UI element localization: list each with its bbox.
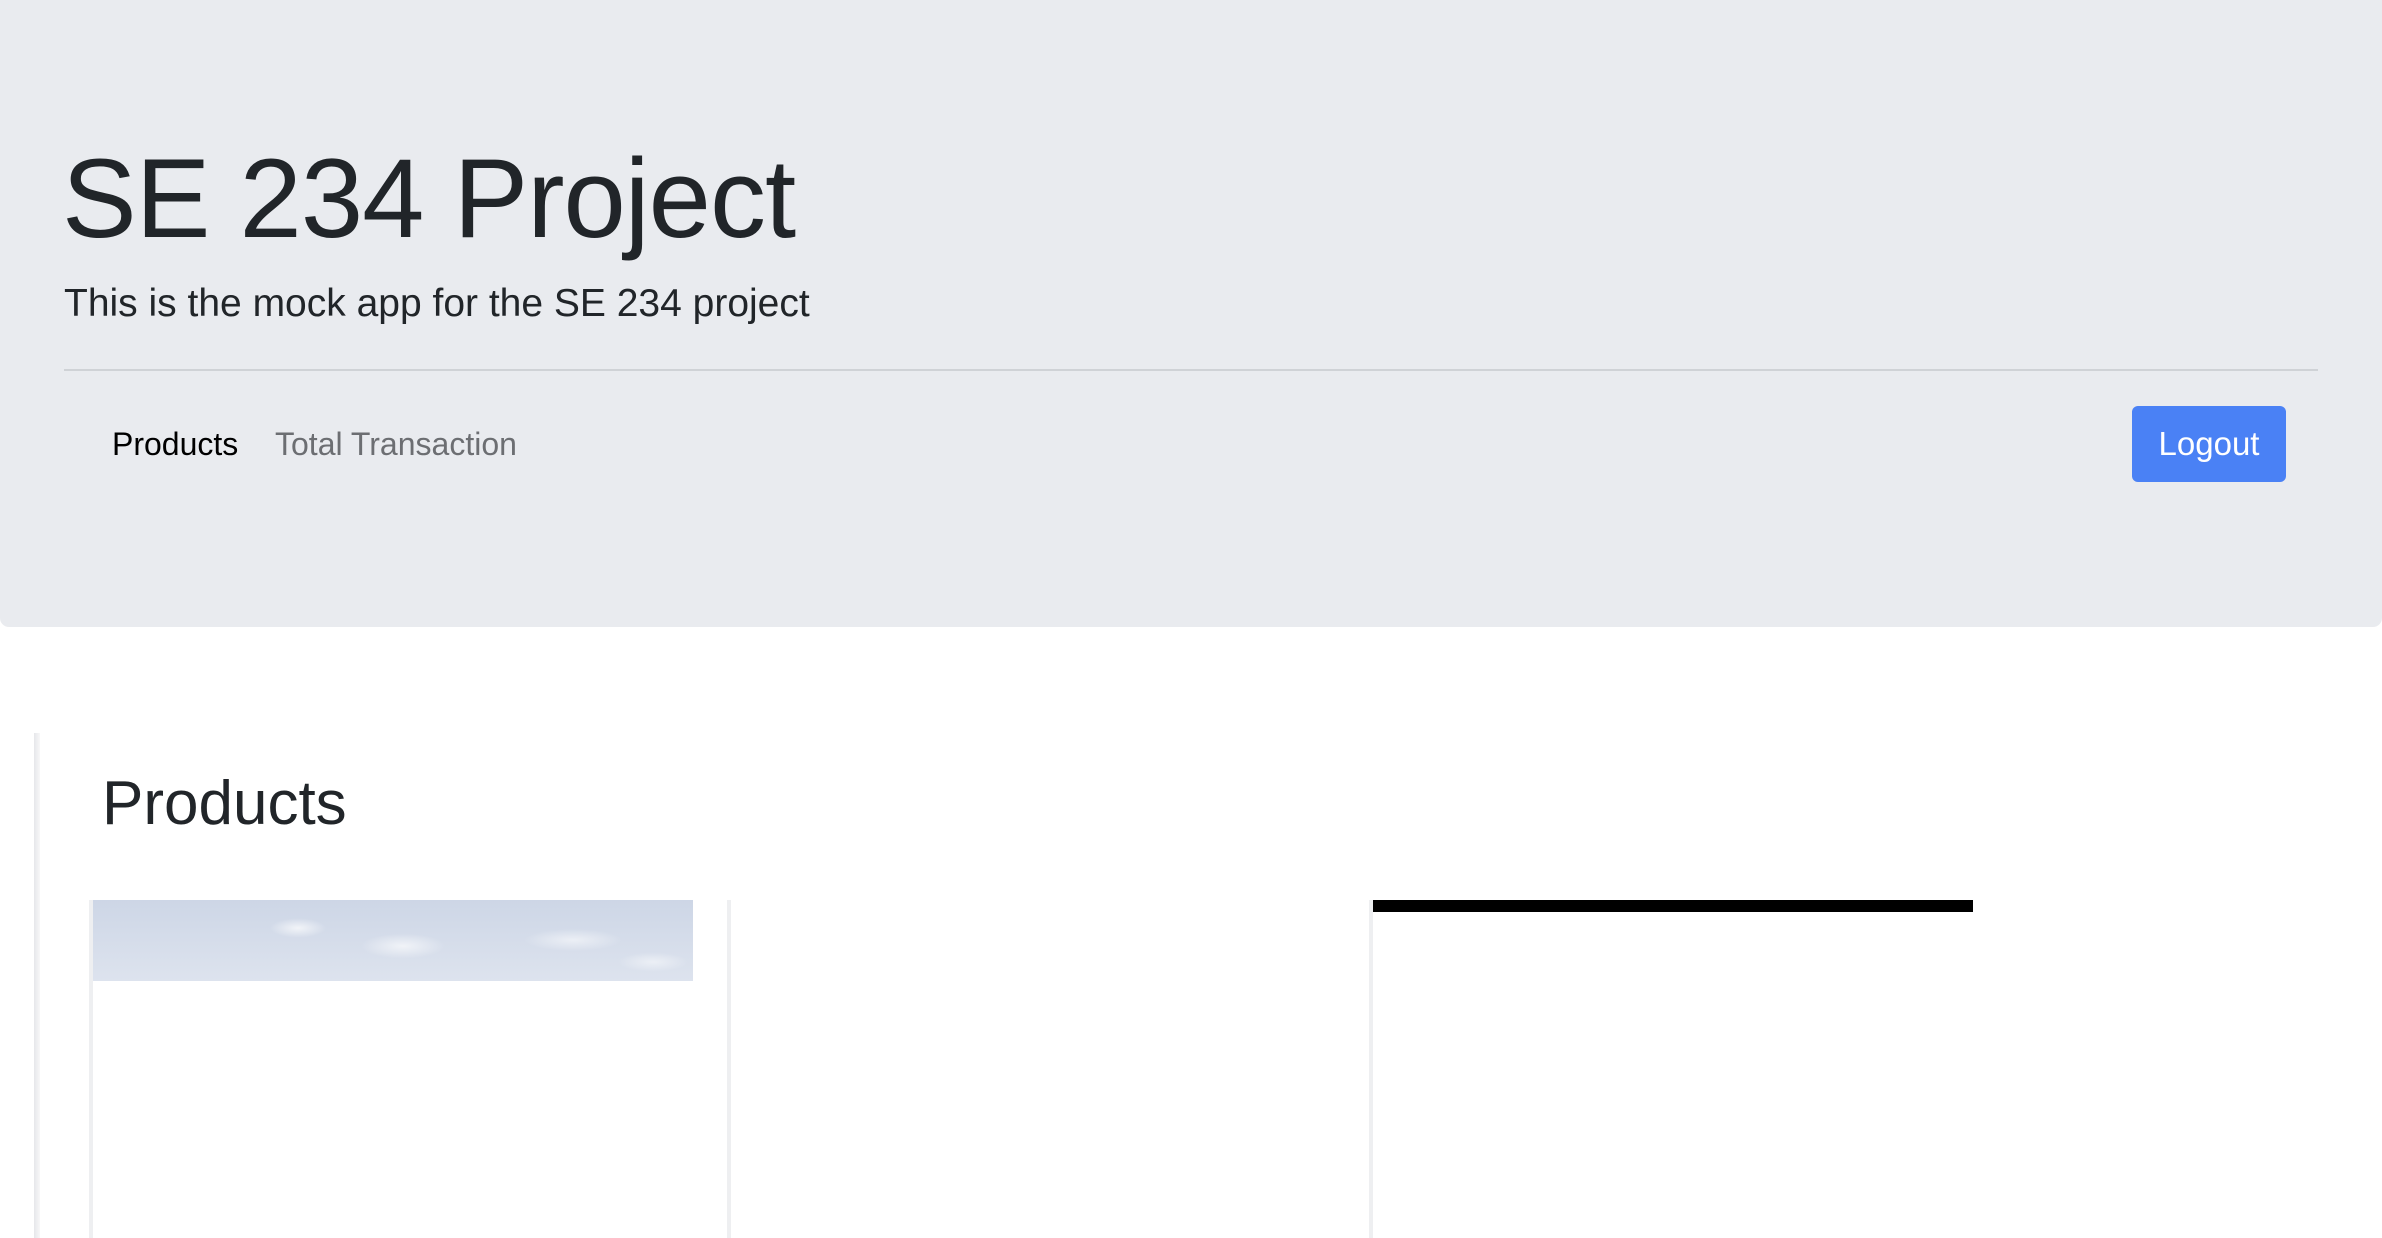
product-card[interactable] xyxy=(1369,900,1973,1238)
product-image xyxy=(93,900,693,981)
product-card[interactable] xyxy=(89,900,731,1238)
header-divider xyxy=(64,369,2318,371)
product-card[interactable] xyxy=(733,900,1333,1238)
page-subtitle: This is the mock app for the SE 234 proj… xyxy=(64,282,810,325)
nav-link-products[interactable]: Products xyxy=(112,424,238,464)
products-section: Products xyxy=(0,627,2382,1238)
logout-button[interactable]: Logout xyxy=(2132,406,2286,482)
header-jumbotron: SE 234 Project This is the mock app for … xyxy=(0,0,2382,627)
card-edge xyxy=(1369,900,1373,1238)
products-heading: Products xyxy=(102,769,347,838)
page-title: SE 234 Project xyxy=(62,136,796,261)
card-edge xyxy=(727,900,731,1238)
section-side-shadow xyxy=(34,733,40,1238)
product-image xyxy=(1373,900,1973,912)
main-navbar: Products Total Transaction Logout xyxy=(64,402,2318,486)
nav-link-total-transaction[interactable]: Total Transaction xyxy=(275,424,517,464)
